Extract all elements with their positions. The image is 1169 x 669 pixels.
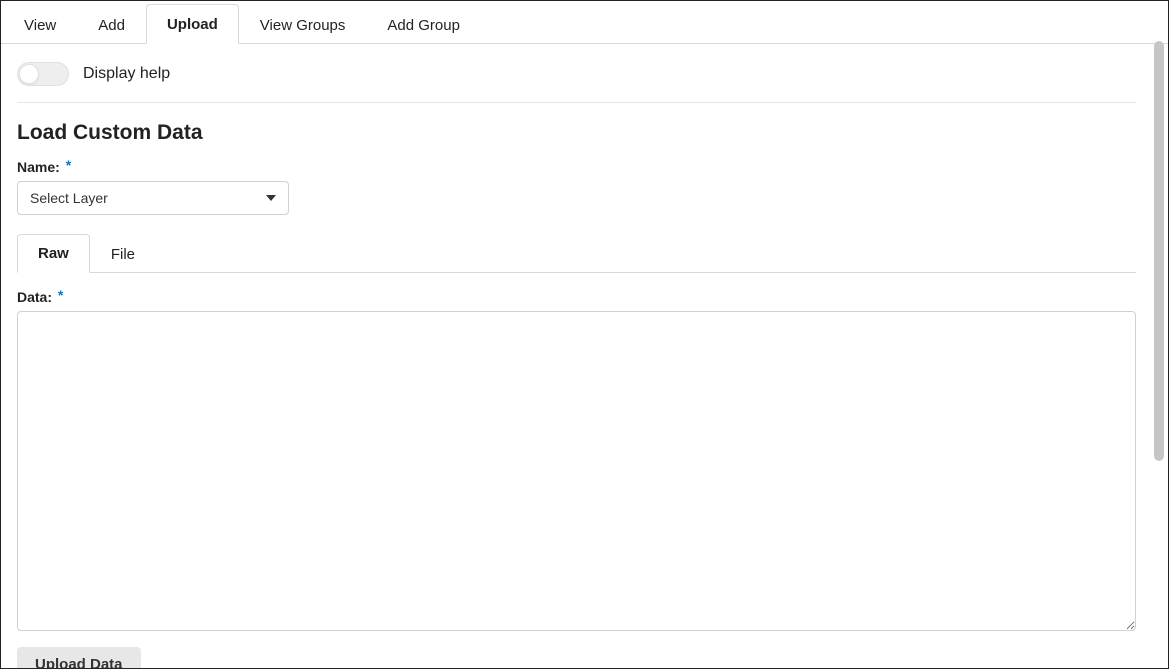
- required-marker: *: [58, 287, 63, 303]
- caret-down-icon: [266, 195, 276, 201]
- tab-view[interactable]: View: [3, 5, 77, 44]
- tab-view-groups[interactable]: View Groups: [239, 5, 367, 44]
- inner-tab-raw[interactable]: Raw: [17, 234, 90, 273]
- data-textarea[interactable]: [17, 311, 1136, 631]
- data-label-text: Data:: [17, 289, 52, 305]
- tab-upload[interactable]: Upload: [146, 4, 239, 44]
- upload-data-button[interactable]: Upload Data: [17, 647, 141, 668]
- tab-content: Display help Load Custom Data Name: * Se…: [1, 44, 1152, 668]
- app-frame: View Add Upload View Groups Add Group Di…: [0, 0, 1169, 669]
- name-label-text: Name:: [17, 159, 60, 175]
- required-marker: *: [66, 157, 71, 173]
- display-help-toggle[interactable]: [17, 62, 69, 86]
- inner-tab-file[interactable]: File: [90, 235, 156, 273]
- data-label: Data: *: [17, 289, 1136, 305]
- main-tabs: View Add Upload View Groups Add Group: [1, 1, 1168, 44]
- display-help-row: Display help: [17, 58, 1136, 103]
- scrollbar[interactable]: [1154, 41, 1166, 666]
- layer-select[interactable]: Select Layer: [17, 181, 289, 215]
- name-label: Name: *: [17, 159, 1136, 175]
- toggle-knob: [19, 64, 39, 84]
- page-title: Load Custom Data: [17, 121, 1136, 145]
- layer-select-value: Select Layer: [30, 190, 108, 206]
- tab-add[interactable]: Add: [77, 5, 146, 44]
- scrollbar-thumb[interactable]: [1154, 41, 1164, 461]
- tab-add-group[interactable]: Add Group: [366, 5, 481, 44]
- data-mode-tabs: Raw File: [17, 231, 1136, 273]
- display-help-label: Display help: [83, 65, 170, 83]
